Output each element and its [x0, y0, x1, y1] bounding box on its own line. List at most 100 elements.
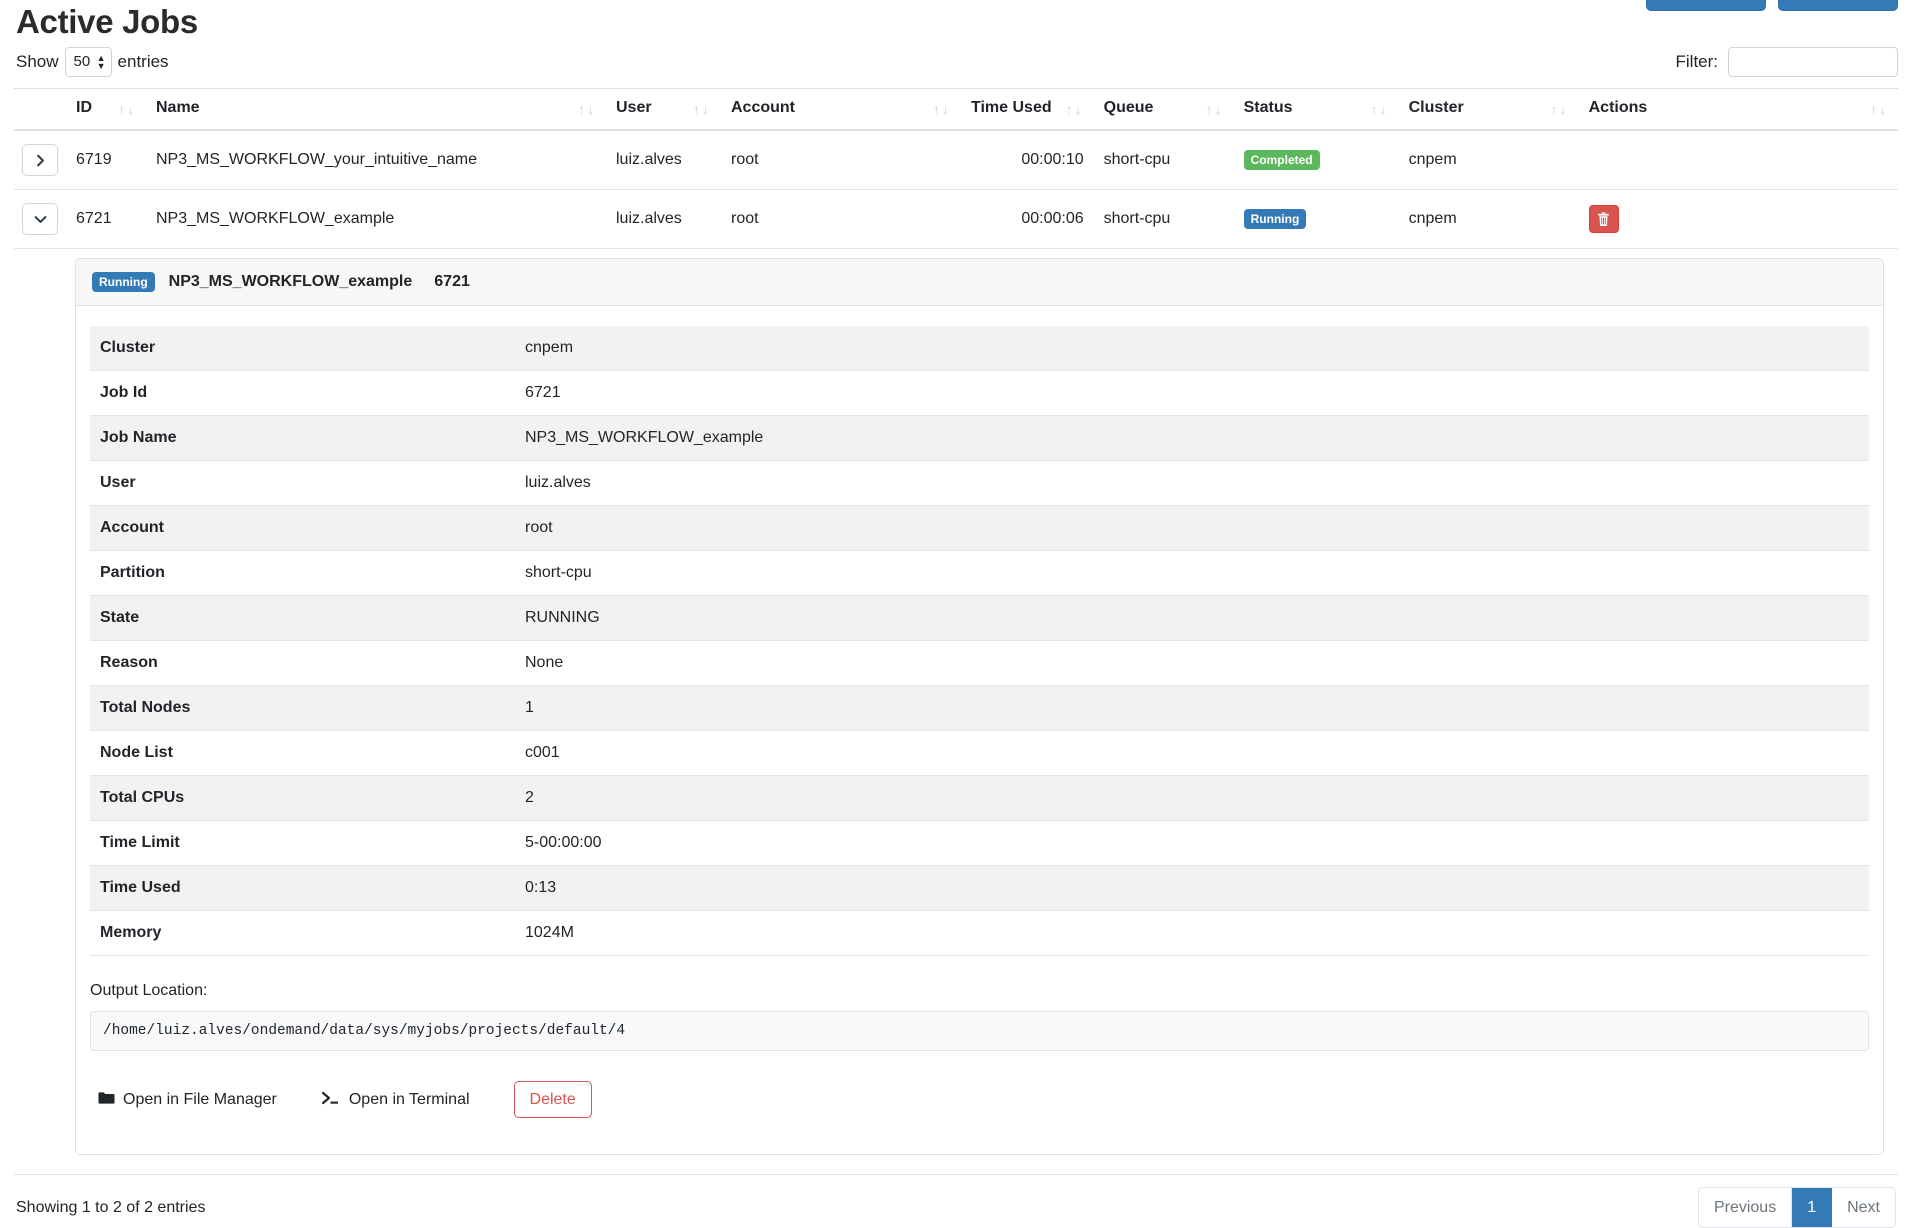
table-row: 6719 NP3_MS_WORKFLOW_your_intuitive_name…	[14, 130, 1898, 190]
folder-icon	[98, 1091, 115, 1109]
collapse-row-button[interactable]	[22, 203, 58, 235]
property-row-time-limit: Time Limit 5-00:00:00	[90, 820, 1869, 866]
property-row-total-cpus: Total CPUs 2	[90, 775, 1869, 821]
top-primary-button-1[interactable]	[1646, 0, 1766, 11]
table-footer: Showing 1 to 2 of 2 entries Previous 1 N…	[14, 1187, 1898, 1228]
column-header-status[interactable]: Status ↑↓	[1233, 88, 1399, 131]
pagination: Previous 1 Next	[1697, 1187, 1896, 1228]
column-label-queue: Queue	[1103, 99, 1154, 116]
filter-input[interactable]	[1728, 47, 1898, 77]
cell-time-used: 00:00:06	[961, 189, 1094, 249]
cell-id: 6719	[66, 130, 146, 190]
property-row-memory: Memory 1024M	[90, 910, 1869, 956]
column-label-cluster: Cluster	[1408, 99, 1464, 116]
column-header-account[interactable]: Account ↑↓	[721, 88, 961, 131]
column-header-id[interactable]: ID ↑↓	[66, 88, 146, 131]
column-label-id: ID	[76, 99, 92, 116]
property-label: Account	[90, 505, 515, 551]
sort-arrows-icon: ↑↓	[118, 101, 136, 117]
page-title: Active Jobs	[16, 3, 198, 40]
cell-user: luiz.alves	[606, 189, 721, 249]
open-in-terminal-label: Open in Terminal	[348, 1090, 470, 1108]
terminal-icon	[321, 1091, 341, 1109]
detail-job-id: 6721	[434, 273, 470, 290]
property-value: 1024M	[515, 910, 1869, 956]
table-head: ID ↑↓ Name ↑↓ User ↑↓ Account ↑↓ Time Us…	[14, 88, 1898, 131]
filter-control: Filter:	[1675, 47, 1898, 77]
filter-label: Filter:	[1675, 52, 1719, 71]
job-detail-header: Running NP3_MS_WORKFLOW_example 6721	[76, 259, 1883, 306]
cell-account: root	[721, 189, 961, 249]
job-detail-card: Running NP3_MS_WORKFLOW_example 6721 Clu…	[75, 258, 1884, 1155]
column-header-toggle	[14, 88, 66, 131]
cell-account: root	[721, 130, 961, 190]
delete-job-detail-button[interactable]: Delete	[513, 1081, 592, 1118]
detail-job-name: NP3_MS_WORKFLOW_example	[168, 273, 413, 290]
cell-cluster: cnpem	[1398, 130, 1579, 190]
open-in-file-manager-link[interactable]: Open in File Manager	[98, 1091, 277, 1109]
property-row-partition: Partition short-cpu	[90, 550, 1869, 596]
pagination-previous-button[interactable]: Previous	[1698, 1188, 1793, 1227]
output-location-path[interactable]: /home/luiz.alves/ondemand/data/sys/myjob…	[90, 1011, 1869, 1051]
property-row-cluster: Cluster cnpem	[90, 326, 1869, 371]
sort-arrows-icon: ↑↓	[1205, 101, 1224, 117]
property-label: Time Limit	[90, 820, 515, 866]
property-row-state: State RUNNING	[90, 595, 1869, 641]
output-location-label: Output Location:	[90, 982, 208, 999]
property-label: State	[90, 595, 515, 641]
top-primary-button-2[interactable]	[1778, 0, 1898, 11]
cell-name: NP3_MS_WORKFLOW_your_intuitive_name	[146, 130, 606, 190]
property-value: root	[515, 505, 1869, 551]
sort-arrows-icon: ↑↓	[1550, 101, 1569, 117]
column-header-actions[interactable]: Actions ↑↓	[1578, 88, 1898, 131]
property-row-user: User luiz.alves	[90, 460, 1869, 506]
column-header-cluster[interactable]: Cluster ↑↓	[1398, 88, 1579, 131]
delete-job-button[interactable]	[1588, 205, 1619, 233]
page-container: Active Jobs Show 50 ▲▼ entries Filter:	[0, 0, 1912, 1228]
open-in-terminal-link[interactable]: Open in Terminal	[321, 1091, 470, 1109]
property-row-total-nodes: Total Nodes 1	[90, 685, 1869, 731]
sort-arrows-icon: ↑↓	[1870, 101, 1888, 117]
property-row-job-id: Job Id 6721	[90, 370, 1869, 416]
column-header-queue[interactable]: Queue ↑↓	[1093, 88, 1234, 131]
expand-row-button[interactable]	[22, 144, 58, 176]
property-label: Total Nodes	[90, 685, 515, 731]
sort-arrows-icon: ↑↓	[693, 101, 711, 117]
job-detail-actions: Open in File Manager Open in Terminal De…	[76, 1051, 1883, 1154]
trash-icon	[1598, 211, 1609, 226]
cell-id: 6721	[66, 189, 146, 249]
column-header-name[interactable]: Name ↑↓	[146, 88, 606, 131]
property-value: None	[515, 640, 1869, 686]
cell-cluster: cnpem	[1398, 189, 1579, 249]
pagination-page-1-button[interactable]: 1	[1792, 1188, 1833, 1227]
property-value: 2	[515, 775, 1869, 821]
table-controls: Show 50 ▲ ▼ entries Filter:	[14, 44, 1898, 80]
property-label: Time Used	[90, 865, 515, 911]
property-label: Partition	[90, 550, 515, 596]
column-header-time-used[interactable]: Time Used ↑↓	[961, 88, 1094, 131]
chevron-down-icon	[34, 215, 46, 223]
column-label-user: User	[616, 99, 652, 116]
property-value: c001	[515, 730, 1869, 776]
chevron-right-icon	[36, 154, 44, 166]
property-label: Total CPUs	[90, 775, 515, 821]
column-header-user[interactable]: User ↑↓	[606, 88, 721, 131]
column-label-actions: Actions	[1588, 99, 1648, 116]
property-row-account: Account root	[90, 505, 1869, 551]
entries-per-page-select[interactable]: 50	[64, 47, 112, 77]
pagination-next-button[interactable]: Next	[1832, 1188, 1895, 1227]
property-label: Reason	[90, 640, 515, 686]
property-row-reason: Reason None	[90, 640, 1869, 686]
cell-actions	[1578, 130, 1898, 190]
property-value: 0:13	[515, 865, 1869, 911]
column-label-name: Name	[156, 99, 200, 116]
row-toggle-cell	[14, 189, 66, 249]
sort-arrows-icon: ↑↓	[578, 101, 596, 117]
cell-queue: short-cpu	[1093, 189, 1234, 249]
property-value: RUNNING	[515, 595, 1869, 641]
cell-status: Running	[1233, 189, 1399, 249]
top-action-buttons	[1646, 0, 1898, 11]
sort-arrows-icon: ↑↓	[933, 101, 951, 117]
property-value: 5-00:00:00	[515, 820, 1869, 866]
property-value: short-cpu	[515, 550, 1869, 596]
